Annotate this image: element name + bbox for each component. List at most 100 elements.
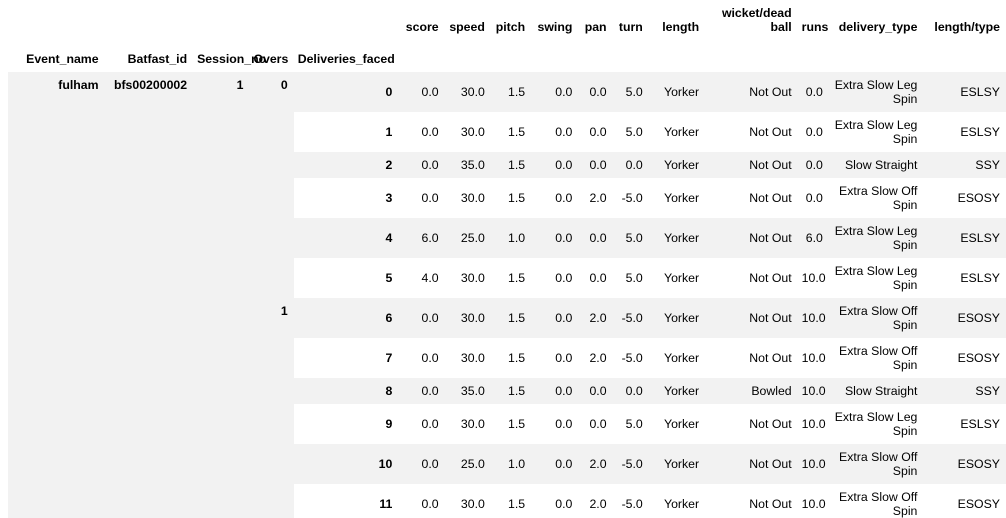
- cell-pitch: 1.0: [490, 444, 532, 484]
- header-spacer-deliveries: [293, 0, 399, 38]
- cell-runs: 10.0: [797, 298, 829, 338]
- column-header-wicket-dead-ball[interactable]: wicket/dead ball: [705, 0, 798, 38]
- cell-speed: 25.0: [444, 444, 491, 484]
- cell-wicket-dead-ball: Not Out: [705, 298, 798, 338]
- index-cell-batfast-id: bfs00200002: [113, 78, 188, 92]
- column-header-pitch[interactable]: pitch: [490, 0, 532, 38]
- cell-length: Yorker: [648, 178, 706, 218]
- column-header-runs[interactable]: runs: [797, 0, 829, 38]
- index-header-deliveries-faced[interactable]: Deliveries_faced: [293, 38, 399, 72]
- cell-delivery-type: Extra Slow Leg Spin: [828, 218, 924, 258]
- cell-pitch: 1.5: [490, 178, 532, 218]
- header-blank-pitch: [490, 38, 532, 72]
- cell-length: Yorker: [648, 338, 706, 378]
- cell-pitch: 1.5: [490, 378, 532, 404]
- column-header-speed[interactable]: speed: [444, 0, 491, 38]
- cell-length-type: SSY: [923, 378, 1006, 404]
- cell-pan: 0.0: [578, 152, 613, 178]
- column-header-score[interactable]: score: [398, 0, 445, 38]
- header-row-value-columns: score speed pitch swing pan turn length …: [8, 0, 1006, 38]
- header-blank-runs: [797, 38, 829, 72]
- cell-wicket-dead-ball: Not Out: [705, 112, 798, 152]
- cell-pan: 0.0: [578, 218, 613, 258]
- cell-length: Yorker: [648, 404, 706, 444]
- cell-runs: 10.0: [797, 258, 829, 298]
- cell-pan: 2.0: [578, 298, 613, 338]
- cell-length-type: ESOSY: [923, 178, 1006, 218]
- cell-speed: 35.0: [444, 152, 491, 178]
- cell-length: Yorker: [648, 112, 706, 152]
- index-cell-deliveries-faced: 7: [293, 338, 399, 378]
- cell-swing: 0.0: [531, 338, 579, 378]
- index-header-overs[interactable]: Overs: [249, 38, 294, 72]
- cell-wicket-dead-ball: Not Out: [705, 338, 798, 378]
- header-spacer-batfast: [104, 0, 194, 38]
- header-blank-length: [648, 38, 706, 72]
- dataframe-table: score speed pitch swing pan turn length …: [8, 0, 1006, 518]
- index-cell-overs: 0: [280, 78, 288, 92]
- cell-score: 0.0: [398, 112, 445, 152]
- header-spacer-event: [8, 0, 105, 38]
- cell-swing: 0.0: [531, 112, 579, 152]
- cell-speed: 25.0: [444, 218, 491, 258]
- header-blank-ltype: [923, 38, 1006, 72]
- cell-turn: 5.0: [612, 112, 649, 152]
- cell-score: 0.0: [398, 338, 445, 378]
- column-header-length[interactable]: length: [648, 0, 706, 38]
- cell-length-type: ESLSY: [923, 404, 1006, 444]
- column-header-pan[interactable]: pan: [578, 0, 613, 38]
- cell-runs: 10.0: [797, 378, 829, 404]
- index-header-event-name[interactable]: Event_name: [8, 38, 105, 72]
- cell-turn: -5.0: [612, 484, 649, 518]
- cell-turn: 5.0: [612, 72, 649, 112]
- cell-pitch: 1.5: [490, 258, 532, 298]
- column-header-swing[interactable]: swing: [531, 0, 579, 38]
- column-header-delivery-type[interactable]: delivery_type: [828, 0, 924, 38]
- cell-pan: 2.0: [578, 444, 613, 484]
- cell-length: Yorker: [648, 378, 706, 404]
- column-header-turn[interactable]: turn: [612, 0, 649, 38]
- index-header-session-no[interactable]: Session_no: [193, 38, 266, 72]
- cell-length: Yorker: [648, 484, 706, 518]
- cell-delivery-type: Extra Slow Leg Spin: [828, 404, 924, 444]
- dataframe-viewport: score speed pitch swing pan turn length …: [0, 0, 1006, 518]
- cell-swing: 0.0: [531, 404, 579, 444]
- cell-runs: 10.0: [797, 444, 829, 484]
- cell-pitch: 1.0: [490, 218, 532, 258]
- header-blank-pan: [578, 38, 613, 72]
- cell-length-type: ESOSY: [923, 484, 1006, 518]
- cell-delivery-type: Extra Slow Off Spin: [828, 298, 924, 338]
- cell-delivery-type: Extra Slow Off Spin: [828, 444, 924, 484]
- cell-runs: 6.0: [797, 218, 829, 258]
- cell-speed: 30.0: [444, 72, 491, 112]
- header-spacer-session: [193, 0, 250, 38]
- cell-runs: 0.0: [797, 178, 829, 218]
- header-spacer-overs: [249, 0, 294, 38]
- column-header-length-type[interactable]: length/type: [923, 0, 1006, 38]
- cell-wicket-dead-ball: Not Out: [705, 484, 798, 518]
- cell-length: Yorker: [648, 152, 706, 178]
- index-cell-deliveries-faced: 0: [293, 72, 399, 112]
- cell-length: Yorker: [648, 218, 706, 258]
- cell-score: 4.0: [398, 258, 445, 298]
- table-row[interactable]: fulham bfs00200002 1 0 0 0.0 30.0 1.5 0.0 0.0 5.0 Y…: [8, 72, 1006, 112]
- cell-runs: 0.0: [797, 72, 829, 112]
- index-cell-deliveries-faced: 10: [293, 444, 399, 484]
- index-header-batfast-id[interactable]: Batfast_id: [104, 38, 194, 72]
- header-blank-wicket: [705, 38, 798, 72]
- cell-length: Yorker: [648, 258, 706, 298]
- cell-pitch: 1.5: [490, 152, 532, 178]
- cell-length-type: ESOSY: [923, 444, 1006, 484]
- header-blank-score: [398, 38, 445, 72]
- cell-pan: 2.0: [578, 484, 613, 518]
- cell-turn: 0.0: [612, 378, 649, 404]
- cell-speed: 30.0: [444, 338, 491, 378]
- cell-swing: 0.0: [531, 484, 579, 518]
- cell-turn: -5.0: [612, 444, 649, 484]
- cell-speed: 30.0: [444, 112, 491, 152]
- cell-score: 0.0: [398, 298, 445, 338]
- cell-runs: 0.0: [797, 112, 829, 152]
- cell-pitch: 1.5: [490, 338, 532, 378]
- index-cell-session-no: 1: [236, 78, 244, 92]
- cell-length-type: ESLSY: [923, 258, 1006, 298]
